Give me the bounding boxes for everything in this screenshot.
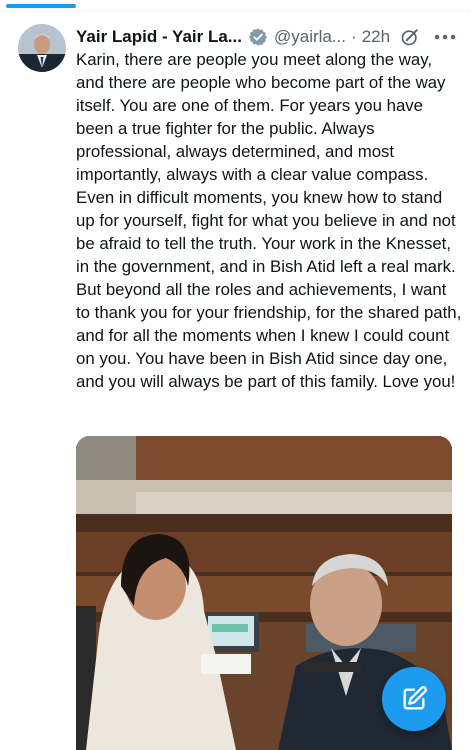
tweet-timestamp[interactable]: 22h <box>362 27 390 47</box>
tweet-text: Karin, there are people you meet along t… <box>76 50 462 391</box>
avatar[interactable] <box>18 24 66 72</box>
edited-icon[interactable] <box>400 27 420 47</box>
verified-badge-icon <box>248 27 268 47</box>
more-options-icon[interactable] <box>434 27 456 47</box>
tweet-header: Yair Lapid - Yair La... @yairla... · 22h <box>76 24 466 50</box>
divider <box>0 10 471 11</box>
author-name[interactable]: Yair Lapid - Yair La... <box>76 27 242 47</box>
author-handle[interactable]: @yairla... <box>274 27 346 47</box>
compose-icon <box>400 685 428 713</box>
compose-button[interactable] <box>382 667 446 731</box>
separator-dot: · <box>351 27 357 46</box>
active-tab-indicator <box>6 4 76 8</box>
